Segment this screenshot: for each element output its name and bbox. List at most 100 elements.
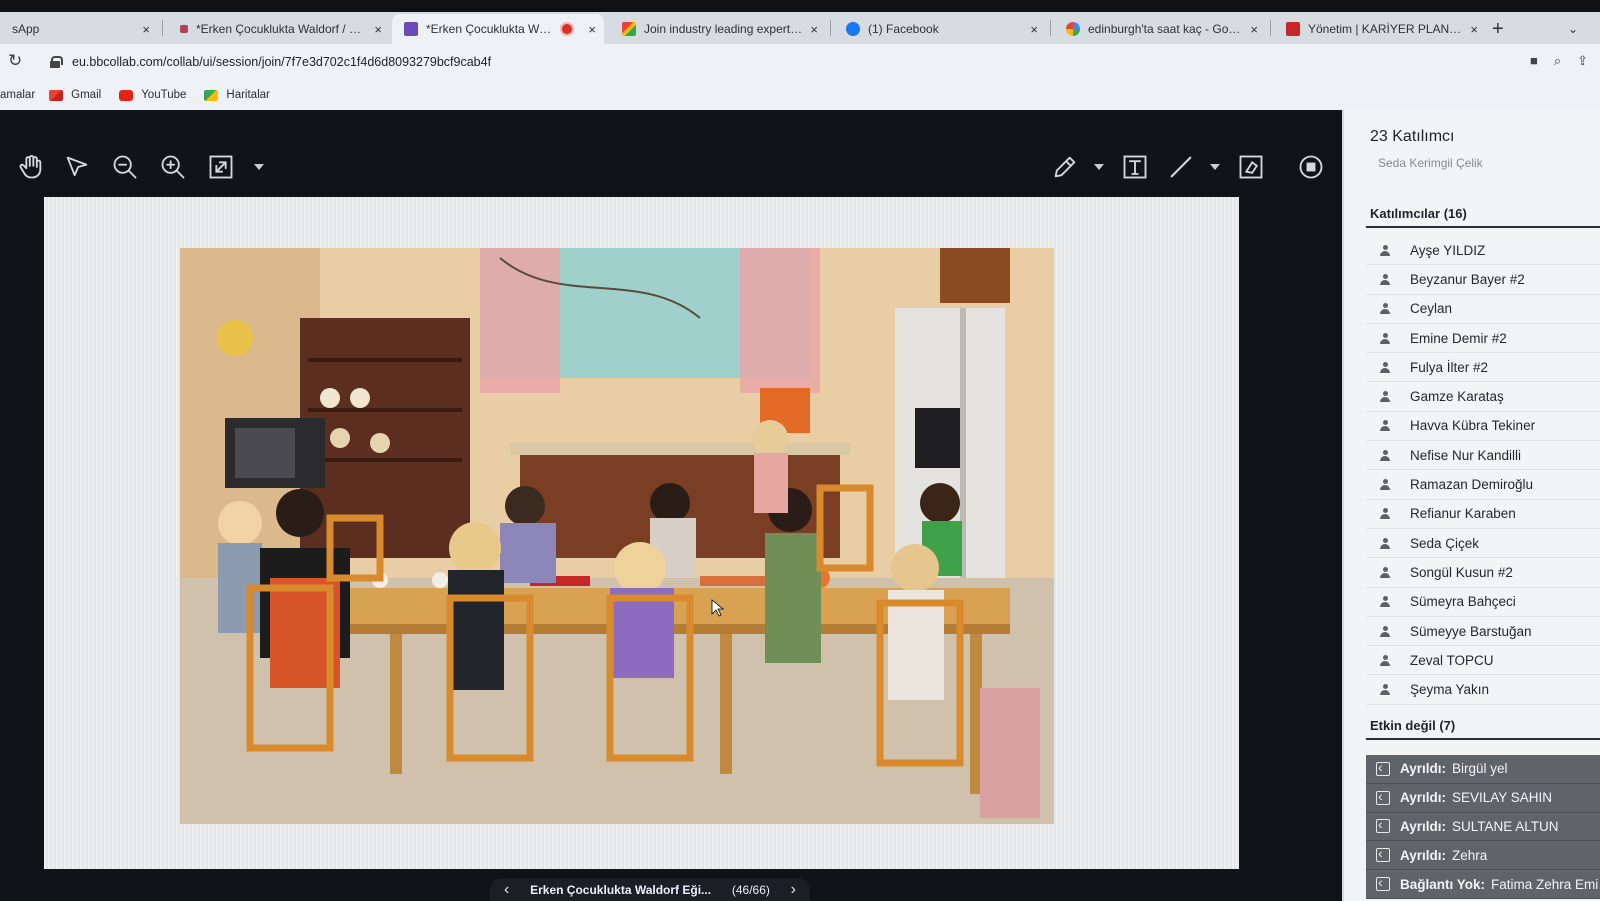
pan-hand-icon[interactable] bbox=[14, 150, 48, 184]
close-icon[interactable]: × bbox=[1470, 22, 1478, 37]
address-bar[interactable]: eu.bbcollab.com/collab/ui/session/join/7… bbox=[40, 48, 1480, 76]
zoom-in-icon[interactable] bbox=[156, 150, 190, 184]
inactive-participant-row[interactable]: Ayrıldı: Zehra bbox=[1366, 841, 1600, 871]
participant-row[interactable]: Beyzanur Bayer #2 bbox=[1366, 265, 1600, 295]
camera-icon[interactable]: ■ bbox=[1530, 53, 1538, 69]
participant-row[interactable]: Emine Demir #2 bbox=[1366, 324, 1600, 354]
participant-name: Fatima Zehra Emi bbox=[1491, 876, 1599, 892]
user-icon bbox=[1380, 537, 1390, 549]
text-tool-icon[interactable] bbox=[1118, 150, 1152, 184]
participant-name: Seda Çiçek bbox=[1410, 535, 1480, 551]
close-icon[interactable]: × bbox=[1250, 22, 1258, 37]
inactive-participants-header[interactable]: Etkin değil (7) bbox=[1370, 718, 1455, 733]
tab-facebook[interactable]: (1) Facebook × bbox=[834, 14, 1046, 44]
bookmark-label: amalar bbox=[0, 89, 36, 101]
chevron-down-icon[interactable] bbox=[1094, 164, 1104, 170]
browser-tab-strip: sApp × *Erken Çocuklukta Waldorf / Ste ×… bbox=[0, 0, 1600, 44]
disconnected-icon bbox=[1376, 874, 1390, 892]
participant-row[interactable]: Songül Kusun #2 bbox=[1366, 558, 1600, 588]
tab-label: *Erken Çocuklukta Waldorf bbox=[426, 22, 555, 36]
previous-slide-icon[interactable]: ‹ bbox=[504, 881, 509, 899]
close-icon[interactable]: × bbox=[810, 22, 818, 37]
next-slide-icon[interactable]: › bbox=[791, 881, 796, 899]
share-icon[interactable]: ⇪ bbox=[1577, 53, 1588, 69]
bookmarks-bar: amalar Gmail YouTube Haritalar bbox=[0, 80, 1600, 110]
participant-row[interactable]: Gamze Karataş bbox=[1366, 382, 1600, 412]
participant-row[interactable]: Şeyma Yakın bbox=[1366, 675, 1600, 705]
participant-name: SULTANE ALTUN bbox=[1452, 818, 1559, 834]
tab-search-chevron-icon[interactable]: ⌄ bbox=[1568, 22, 1578, 36]
participant-row[interactable]: Seda Çiçek bbox=[1366, 529, 1600, 559]
section-divider bbox=[1366, 738, 1600, 740]
new-tab-button[interactable]: + bbox=[1492, 18, 1504, 41]
bookmark-youtube[interactable]: YouTube bbox=[119, 89, 186, 101]
participant-status: Ayrıldı: bbox=[1400, 818, 1447, 834]
left-session-icon bbox=[1376, 845, 1390, 863]
participant-row[interactable]: Ayşe YILDIZ bbox=[1366, 236, 1600, 266]
participant-name: Şeyma Yakın bbox=[1410, 682, 1490, 698]
tab-separator bbox=[830, 20, 831, 36]
bookmark-label: Haritalar bbox=[226, 89, 270, 101]
tab-label: edinburgh'ta saat kaç - Google bbox=[1088, 22, 1243, 36]
close-icon[interactable]: × bbox=[1030, 22, 1038, 37]
zoom-icon[interactable]: ⌕ bbox=[1554, 53, 1561, 69]
user-icon bbox=[1380, 449, 1390, 461]
close-icon[interactable]: × bbox=[374, 22, 382, 37]
close-icon[interactable]: × bbox=[142, 22, 150, 37]
participant-row[interactable]: Nefise Nur Kandilli bbox=[1366, 441, 1600, 471]
participant-name: Songül Kusun #2 bbox=[1410, 564, 1513, 580]
inactive-participant-row[interactable]: Ayrıldı: SEVILAY SAHIN bbox=[1366, 783, 1600, 813]
user-icon bbox=[1380, 596, 1390, 608]
tab-gmail[interactable]: Join industry leading experts fr × bbox=[610, 14, 826, 44]
participant-row[interactable]: Sümeyye Barstuğan bbox=[1366, 617, 1600, 647]
tab-kariyer[interactable]: Yönetim | KARİYER PLANLAMA × bbox=[1274, 14, 1486, 44]
tab-google[interactable]: edinburgh'ta saat kaç - Google × bbox=[1054, 14, 1266, 44]
slide-file-name: Erken Çocuklukta Waldorf Eği... bbox=[530, 882, 712, 897]
close-icon[interactable]: × bbox=[588, 22, 596, 37]
reload-icon[interactable]: ↻ bbox=[8, 51, 22, 71]
lock-icon[interactable] bbox=[50, 56, 63, 68]
inactive-participant-row[interactable]: Ayrıldı: SULTANE ALTUN bbox=[1366, 812, 1600, 842]
toolbar-actions: ■ ⌕ ⇪ bbox=[1530, 53, 1588, 69]
participant-name: SEVILAY SAHIN bbox=[1452, 790, 1553, 806]
stop-share-icon[interactable] bbox=[1294, 150, 1328, 184]
facebook-icon bbox=[846, 22, 860, 36]
participant-row[interactable]: Fulya İlter #2 bbox=[1366, 353, 1600, 383]
bookmark-maps[interactable]: Haritalar bbox=[204, 89, 270, 101]
tab-separator bbox=[162, 20, 163, 36]
slide-pager: ‹ Erken Çocuklukta Waldorf Eği... (46/66… bbox=[490, 878, 810, 901]
tab-waldorf-document[interactable]: *Erken Çocuklukta Waldorf / Ste × bbox=[168, 14, 390, 44]
inactive-participant-row[interactable]: Ayrıldı: Birgül yel bbox=[1366, 755, 1600, 784]
pointer-icon[interactable] bbox=[60, 150, 94, 184]
cut-off-participant[interactable]: Seda Kerimgil Çelik bbox=[1378, 156, 1483, 170]
participant-name: Fulya İlter #2 bbox=[1410, 359, 1489, 375]
slide-position: (46/66) bbox=[731, 882, 770, 897]
url-text[interactable]: eu.bbcollab.com/collab/ui/session/join/7… bbox=[72, 55, 491, 69]
participant-row[interactable]: Zeval TOPCU bbox=[1366, 646, 1600, 676]
inactive-participant-row[interactable]: Bağlantı Yok: Fatima Zehra Emi bbox=[1366, 870, 1600, 899]
participant-row[interactable]: Ceylan bbox=[1366, 295, 1600, 324]
eraser-icon[interactable] bbox=[1234, 150, 1268, 184]
classroom-photo bbox=[180, 248, 1054, 824]
participant-row[interactable]: Refianur Karaben bbox=[1366, 500, 1600, 529]
line-tool-icon[interactable] bbox=[1164, 150, 1198, 184]
fit-screen-icon[interactable] bbox=[204, 150, 238, 184]
participant-row[interactable]: Havva Kübra Tekiner bbox=[1366, 412, 1600, 442]
tab-waldorf-session[interactable]: *Erken Çocuklukta Waldorf × bbox=[392, 14, 604, 44]
chevron-down-icon[interactable] bbox=[1210, 164, 1220, 170]
gmail-icon bbox=[49, 89, 64, 101]
chevron-down-icon[interactable] bbox=[254, 164, 264, 170]
bookmark-apps[interactable]: amalar bbox=[0, 89, 35, 101]
participant-name: Beyzanur Bayer #2 bbox=[1410, 271, 1525, 287]
tab-whatsapp[interactable]: sApp × bbox=[0, 14, 158, 44]
recording-indicator-icon bbox=[562, 24, 573, 34]
participant-row[interactable]: Ramazan Demiroğlu bbox=[1366, 470, 1600, 500]
participant-row[interactable]: Sümeyra Bahçeci bbox=[1366, 588, 1600, 617]
bookmark-gmail[interactable]: Gmail bbox=[49, 89, 101, 101]
zoom-out-icon[interactable] bbox=[108, 150, 142, 184]
active-participants-header[interactable]: Katılımcılar (16) bbox=[1370, 206, 1467, 221]
left-session-icon bbox=[1376, 816, 1390, 834]
collaborate-icon bbox=[404, 22, 418, 36]
pencil-icon[interactable] bbox=[1048, 150, 1082, 184]
user-icon bbox=[1380, 420, 1390, 432]
